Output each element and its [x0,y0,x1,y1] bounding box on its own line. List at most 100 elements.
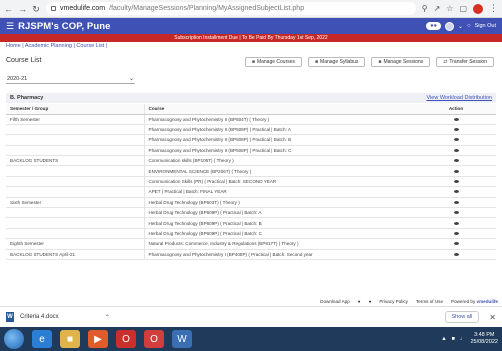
row-course: Herbal Drug Technology (BP603T) ( Theory… [144,197,416,209]
download-file-name[interactable]: Criteria 4.docx [20,314,59,320]
reload-icon[interactable]: ↻ [32,0,40,18]
page-title: Course List [6,57,42,64]
chevron-down-icon[interactable]: ⌄ [458,23,463,30]
eye-icon[interactable] [453,200,459,204]
row-group: BACKLOG STUDENTS April-21 [6,249,145,260]
url-host: vmedulife.com [60,5,106,12]
eye-icon[interactable] [453,252,459,256]
department-name: B. Pharmacy [10,95,44,101]
eye-icon[interactable] [453,159,459,163]
eye-icon[interactable] [453,242,459,246]
signout-link[interactable]: Sign Out [475,23,496,29]
download-shelf: W Criteria 4.docx ⌃ Show all ✕ [0,306,502,327]
close-icon[interactable]: ✕ [489,313,496,322]
row-action [416,124,496,136]
table-row: Fifth Semester Pharmacognosy and Phytoche… [6,114,496,125]
menu-icon[interactable]: ⋮ [489,3,498,14]
eye-icon[interactable] [453,148,459,152]
column-header-action: Action [416,104,496,115]
row-action [416,114,496,125]
row-group: Fifth Semester [6,114,145,125]
manage-syllabus-button[interactable]: ■ Manage Syllabus [308,57,366,67]
eye-icon[interactable] [453,138,459,142]
row-course: Pharmacognosy and Phytochemistry II (BP5… [144,124,416,136]
lock-icon: ■ [315,59,319,65]
browser-toolbar: ← → ↻ vmedulife.com/faculty/ManageSessio… [0,0,502,18]
row-action [416,155,496,167]
row-course: Pharmacognosy and Phytochemistry II (BP5… [144,145,416,157]
arrow-up-icon[interactable]: ▲ [441,336,446,342]
table-row: BACKLOG STUDENTS Communication skills (BP… [6,155,496,167]
eye-icon[interactable] [453,190,459,194]
avatar[interactable] [444,21,454,31]
transfer-session-button[interactable]: ⇄ Transfer Session [436,57,494,67]
back-icon[interactable]: ← [4,0,13,18]
column-header-course: Course [144,104,416,115]
lock-icon: ■ [251,59,255,65]
start-button[interactable] [4,329,24,349]
row-action [416,207,496,219]
chevron-down-icon: ⌄ [128,76,134,82]
row-course: Herbal Drug Technology (BP609P) ( Practi… [144,228,416,240]
workload-link[interactable]: View Workload Distribution [426,95,492,101]
manage-courses-button[interactable]: ■ Manage Courses [244,57,303,67]
row-course: Natural Products: Commerce, Industry & R… [144,238,416,250]
network-icon[interactable]: ■ [452,336,455,342]
android-icon[interactable]: ● [358,299,361,304]
status-pill[interactable]: ●● [426,22,441,30]
apple-icon[interactable]: ● [369,299,372,304]
eye-icon[interactable] [453,231,459,235]
show-all-button[interactable]: Show all [444,311,480,323]
chevron-up-icon[interactable]: ⌃ [105,314,110,321]
footer-brand[interactable]: vmedulife [477,299,498,304]
table-row: Pharmacognosy and Phytochemistry II (BP5… [6,134,496,146]
star-icon[interactable]: ☆ [446,4,453,13]
eye-icon[interactable] [453,128,459,132]
share-icon[interactable]: ↗ [434,4,441,13]
eye-icon[interactable] [453,180,459,184]
hamburger-icon[interactable]: ☰ [6,21,14,32]
row-group [6,217,145,229]
lock-icon: ■ [378,59,382,65]
window-icon[interactable]: ▢ [459,4,467,13]
action-buttons: ■ Manage Courses ■ Manage Syllabus ■ Manage… [244,57,494,67]
privacy-link[interactable]: Privacy Policy [379,299,408,304]
row-group [6,186,145,198]
eye-icon[interactable] [453,169,459,173]
zoom-icon[interactable]: ⚲ [422,4,428,13]
folder-icon[interactable]: ■ [60,330,80,348]
media-icon[interactable]: ▶ [88,330,108,348]
clock[interactable]: 3:48 PM 25/08/2022 [470,332,498,346]
row-group [6,176,145,188]
row-action [416,249,496,260]
row-course: Herbal Drug Technology (BP609P) ( Practi… [144,207,416,219]
eye-icon[interactable] [453,221,459,225]
opera-icon[interactable]: O [116,330,136,348]
eye-icon[interactable] [453,211,459,215]
row-action [416,197,496,209]
edge-icon[interactable]: e [32,330,52,348]
speaker-icon[interactable]: ♩ [460,336,466,342]
address-bar[interactable]: vmedulife.com/faculty/ManageSessions/Pla… [46,2,416,15]
lock-icon [51,6,56,11]
eye-icon[interactable] [453,117,459,121]
table-row: BACKLOG STUDENTS April-21 Pharmacognosy a… [6,249,496,260]
manage-sessions-button[interactable]: ■ Manage Sessions [371,57,431,67]
academic-year-select[interactable]: 2020-21 ⌄ [6,74,135,84]
row-group [6,124,145,136]
row-course: Communication skills (BP105T) ( Theory ) [144,155,416,167]
row-group [6,207,145,219]
forward-icon[interactable]: → [18,0,27,18]
table-row: Herbal Drug Technology (BP609P) ( Practi… [6,228,496,240]
profile-icon[interactable] [473,3,483,14]
transfer-session-label: Transfer Session [449,59,487,65]
row-group: BACKLOG STUDENTS [6,155,145,167]
row-action [416,134,496,146]
terms-link[interactable]: Terms of Use [416,299,443,304]
breadcrumb[interactable]: Home | Academic Planning | Course List | [0,42,502,51]
department-header: B. Pharmacy View Workload Distribution [6,93,496,103]
manage-courses-label: Manage Courses [256,59,296,65]
opera-alt-icon[interactable]: O [144,330,164,348]
transfer-icon: ⇄ [443,59,448,65]
word-icon[interactable]: W [172,330,192,348]
